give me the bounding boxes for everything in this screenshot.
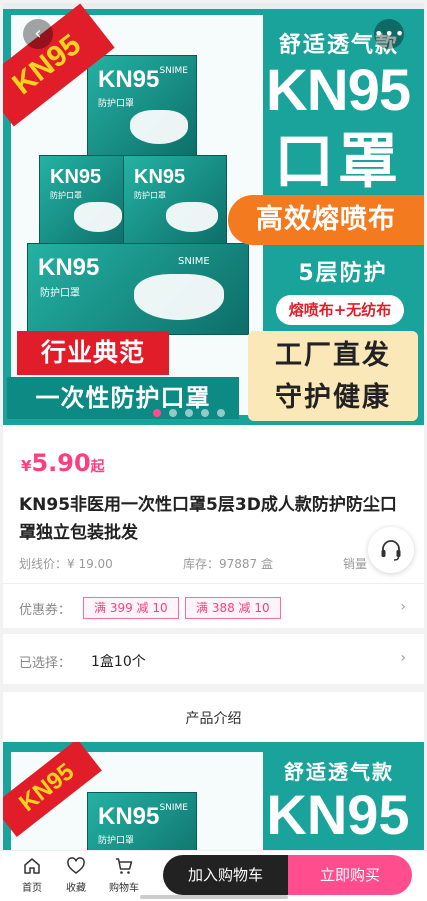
coupon-row[interactable]: 优惠券： 满 399 减 10 满 388 减 10 › [3, 587, 424, 627]
intro-title: 产品介绍 [185, 711, 242, 727]
product-price: ¥5.90起 [21, 449, 105, 477]
box-sub: 防护口罩 [134, 191, 166, 200]
hero-carousel[interactable]: KN95 防护口罩 SNIME KN95 防护口罩 KN95 防护口罩 KN95… [3, 3, 424, 425]
box-label: KN95 [38, 254, 100, 281]
box-sub: 防护口罩 [50, 191, 82, 200]
mask-box-right: KN95 防护口罩 [123, 155, 227, 247]
carousel-dot[interactable] [169, 409, 177, 417]
hero-red-banner: 行业典范 [17, 331, 169, 375]
hero-top-stripe [3, 3, 424, 9]
sales-count: 销量 [343, 557, 368, 571]
selection-label: 已选择： [19, 656, 72, 671]
carousel-dot[interactable] [217, 409, 225, 417]
mask-shape [134, 274, 224, 320]
box-sub: 防护口罩 [40, 288, 80, 299]
box-sub: 防护口罩 [98, 99, 135, 109]
box-label: KN95 [98, 66, 160, 93]
back-button[interactable]: ‹ [23, 19, 53, 49]
buy-now-button[interactable]: 立即购买 [288, 855, 412, 895]
hero-material-pill: 熔喷布+无纺布 [276, 295, 404, 325]
mask-box-left: KN95 防护口罩 [39, 155, 131, 247]
mask-shape [130, 110, 188, 144]
carousel-indicator [153, 408, 225, 418]
price-suffix: 起 [90, 459, 105, 475]
list-price: 划线价：¥ 19.00 [19, 557, 113, 571]
box-sub: 防护口罩 [98, 836, 135, 846]
stock-count: 库存：97887 盒 [183, 557, 273, 571]
headset-icon [381, 540, 401, 561]
detail-big-title: KN95 [266, 783, 410, 846]
box-label: KN95 [134, 166, 186, 188]
selection-value: 1盒10个 [91, 654, 146, 670]
chevron-right-icon: › [400, 599, 406, 615]
mask-shape [74, 202, 122, 232]
box-label: KN95 [50, 166, 102, 188]
box-brand: SNIME [178, 256, 210, 267]
product-intro-header: 产品介绍 [3, 692, 424, 742]
mask-box-bottom: KN95 防护口罩 SNIME [27, 243, 249, 335]
mask-shape [166, 202, 218, 232]
tab-favorite-label: 收藏 [66, 883, 86, 894]
tab-home[interactable]: 首页 [12, 855, 52, 894]
divider [3, 583, 424, 584]
price-value: 5.90 [31, 449, 91, 477]
hero-orange-band: 高效熔喷布 [228, 195, 424, 245]
more-dots-icon: ••• [374, 24, 406, 43]
coupon-tag[interactable]: 满 388 减 10 [185, 597, 281, 619]
add-to-cart-button[interactable]: 加入购物车 [163, 855, 288, 895]
hero-factory-card: 工厂直发 守护健康 [248, 331, 418, 421]
hero-layers-text: 5层防护 [298, 261, 388, 286]
product-page: KN95 防护口罩 SNIME KN95 防护口罩 KN95 防护口罩 KN95… [0, 0, 427, 901]
bottom-action-bar: 首页 收藏 购物车 加入购物车 立即购买 [0, 850, 427, 901]
detail-brand-line: 舒适透气款 [284, 760, 394, 784]
factory-line-2: 守护健康 [275, 382, 391, 413]
carousel-dot[interactable] [185, 409, 193, 417]
home-icon [12, 855, 52, 877]
home-indicator [140, 895, 288, 899]
spec-selection-row[interactable]: 已选择： 1盒10个 › [3, 634, 424, 684]
chevron-right-icon: › [400, 650, 406, 666]
chevron-left-icon: ‹ [34, 23, 42, 44]
carousel-dot[interactable] [153, 409, 161, 417]
tab-home-label: 首页 [22, 883, 42, 894]
hero-big-subtitle: 口罩 [274, 127, 402, 197]
box-brand: SNIME [159, 66, 188, 76]
coupon-label: 优惠券： [19, 603, 72, 618]
carousel-dot[interactable] [201, 409, 209, 417]
heart-icon [56, 855, 96, 877]
mask-box-top: KN95 防护口罩 SNIME [87, 55, 197, 159]
box-label: KN95 [98, 803, 160, 830]
coupon-tag[interactable]: 满 399 减 10 [83, 597, 179, 619]
more-button[interactable]: ••• [374, 19, 404, 49]
tab-cart[interactable]: 购物车 [104, 855, 144, 894]
tab-cart-label: 购物车 [109, 883, 139, 894]
product-title: KN95非医用一次性口罩5层3D成人款防护防尘口罩独立包装批发 [19, 495, 397, 543]
cart-icon [104, 855, 144, 877]
factory-line-1: 工厂直发 [275, 340, 391, 371]
customer-service-button[interactable] [368, 527, 414, 573]
price-currency: ¥ [21, 457, 32, 475]
detail-image: KN95 防护口罩 SNIME KN95 舒适透气款 KN95 [3, 742, 424, 862]
box-brand: SNIME [159, 803, 188, 813]
tab-favorite[interactable]: 收藏 [56, 855, 96, 894]
